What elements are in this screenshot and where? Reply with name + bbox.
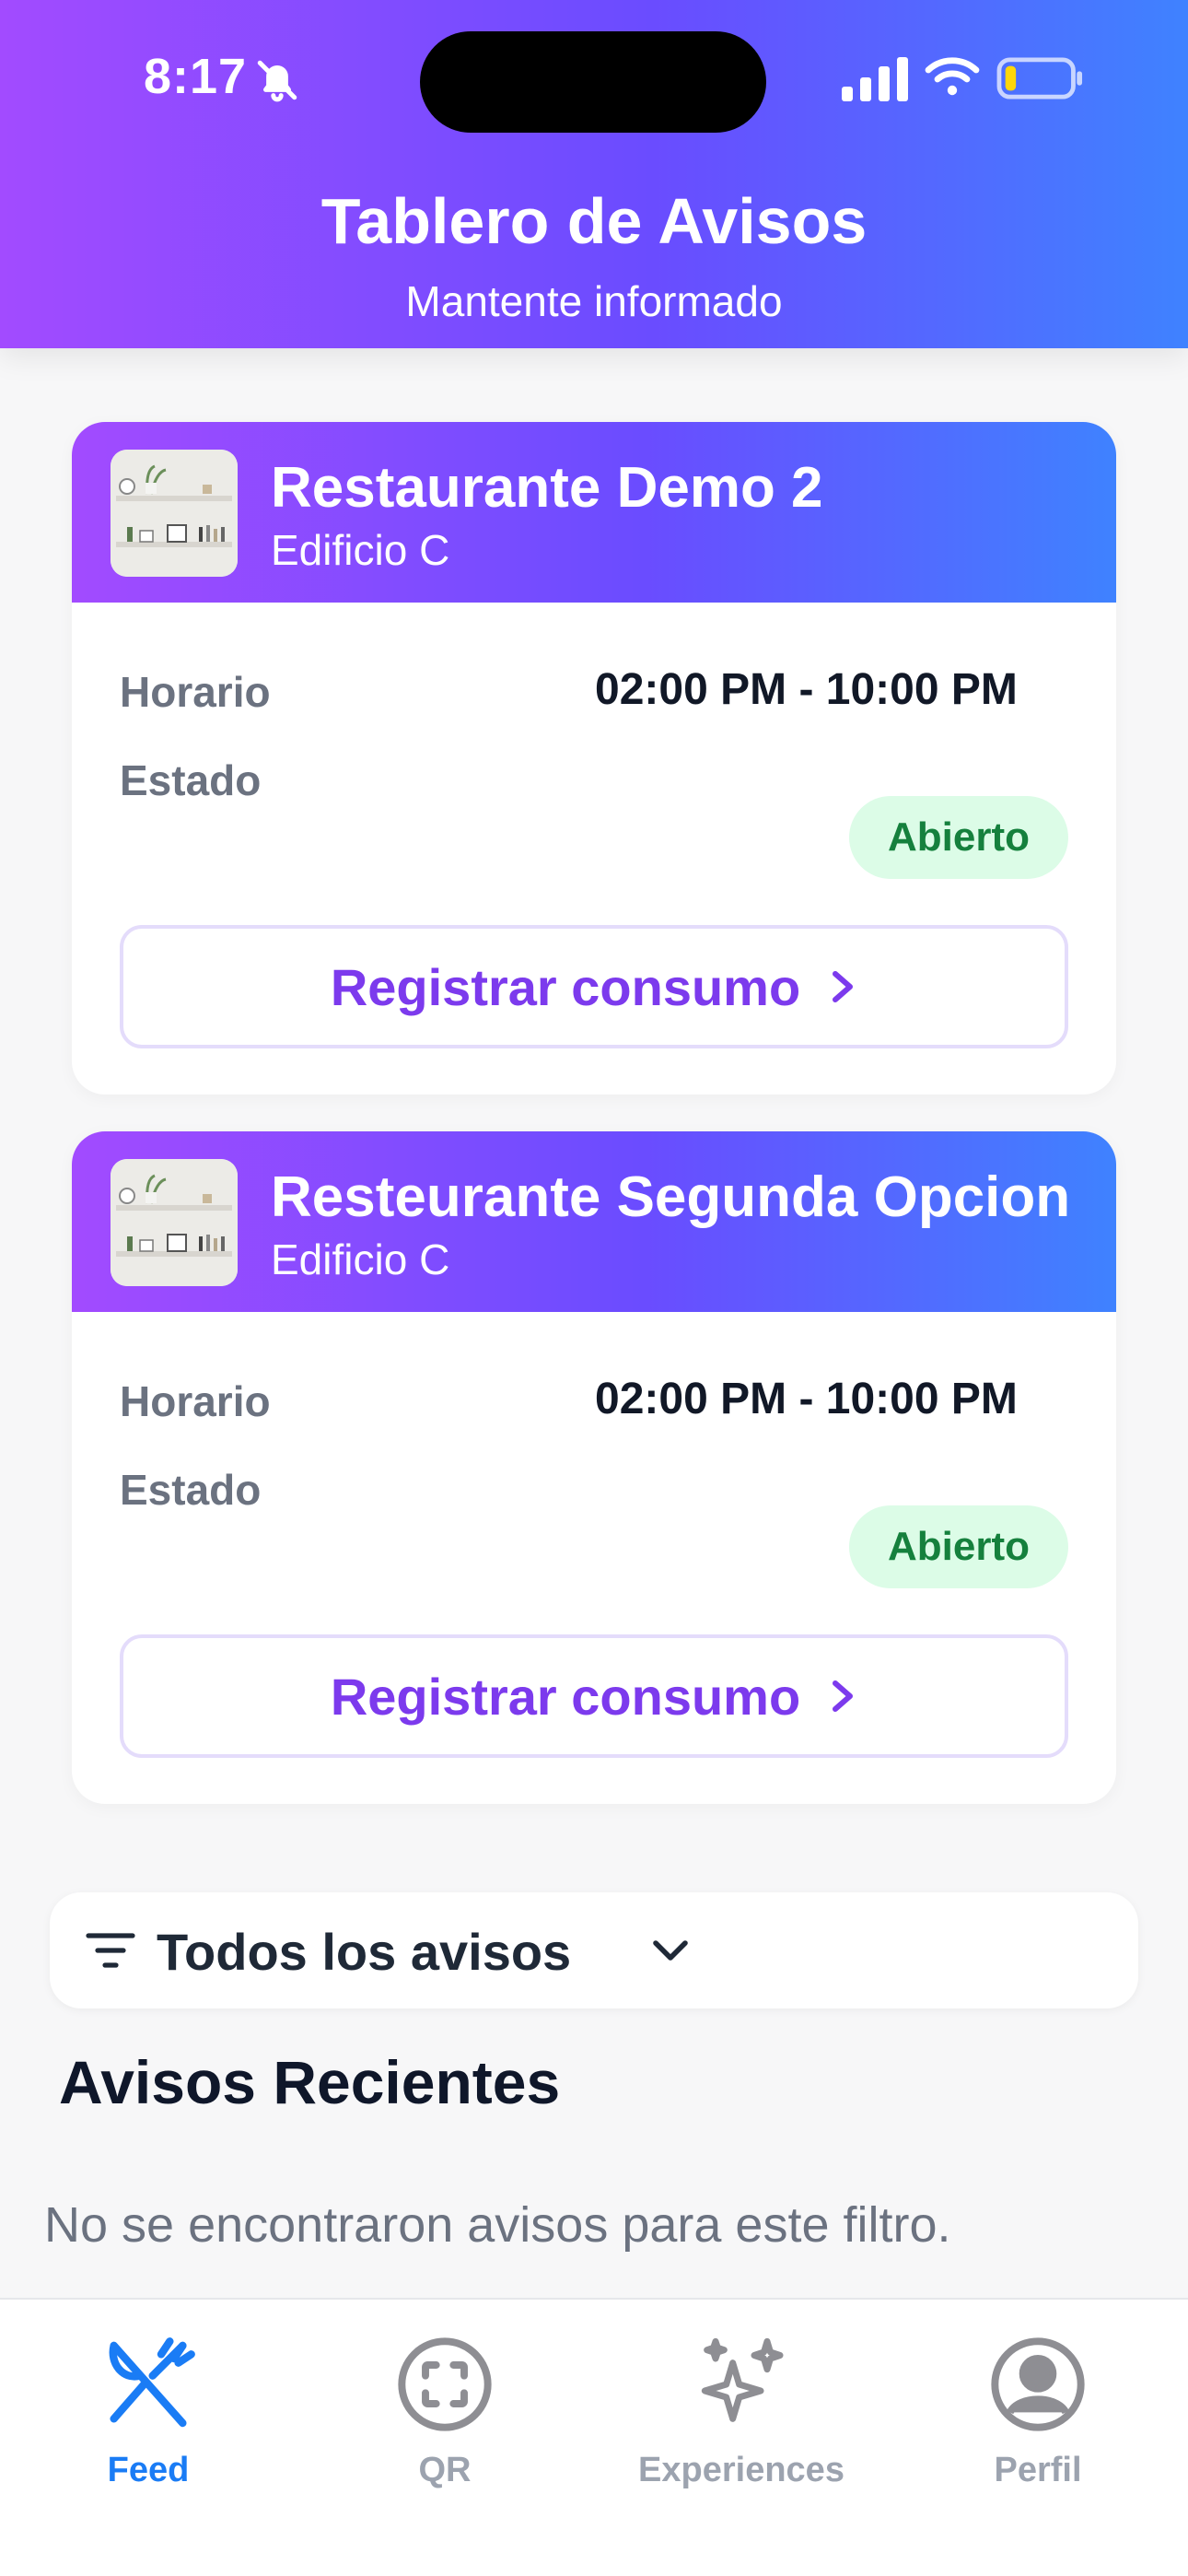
chevron-right-icon [833,1680,854,1712]
register-button-label: Registrar consumo [330,957,801,1016]
wifi-icon [925,57,980,96]
section-title: Avisos Recientes [59,2048,561,2116]
filter-icon [86,1933,135,1968]
hours-label: Horario [120,668,271,716]
app-header: 8:17 Tablero de Avisos Mantente informad… [0,0,1188,348]
qr-scan-icon [398,2337,492,2431]
filter-label: Todos los avisos [157,1923,572,1981]
utensils-icon [109,2337,195,2428]
status-label: Estado [120,1466,262,1514]
restaurant-card: Restaurante Demo 2 Edificio C Horario Es… [72,422,1116,1095]
sparkles-icon [701,2337,784,2422]
tab-profile-label: Perfil [994,2451,1082,2489]
notice-filter-dropdown[interactable]: Todos los avisos [50,1892,1138,2008]
home-indicator [468,2543,720,2552]
bell-off-icon [257,60,297,102]
empty-state-message: No se encontraron avisos para este filtr… [44,2197,951,2253]
tab-profile[interactable]: Perfil [890,2300,1186,2512]
register-consumption-button[interactable]: Registrar consumo [120,1634,1068,1758]
profile-icon [991,2337,1085,2431]
restaurant-card-header: Restaurante Demo 2 Edificio C [72,422,1116,603]
status-badge: Abierto [849,796,1068,879]
hours-label: Horario [120,1377,271,1425]
restaurant-location: Edificio C [271,1235,450,1283]
hours-value: 02:00 PM - 10:00 PM [595,1375,1018,1423]
page-title: Tablero de Avisos [320,185,868,257]
chevron-right-icon [833,971,854,1002]
hours-value: 02:00 PM - 10:00 PM [595,665,1018,714]
tab-experiences[interactable]: Experiences [593,2300,890,2512]
tab-feed-label: Feed [107,2451,190,2489]
tab-feed[interactable]: Feed [0,2300,297,2512]
dynamic-island [420,31,766,133]
register-consumption-button[interactable]: Registrar consumo [120,925,1068,1048]
battery-icon [996,57,1083,100]
restaurant-thumbnail [111,450,238,577]
restaurant-card-header: Resteurante Segunda Opcion Edificio C [72,1131,1116,1312]
chevron-down-icon [653,1940,688,1961]
status-badge: Abierto [849,1505,1068,1588]
status-label: Estado [120,756,262,804]
bottom-tab-bar: Feed QR Experiences Perfil [0,2298,1188,2576]
register-button-label: Registrar consumo [330,1667,801,1726]
cellular-signal-icon [842,57,908,101]
restaurant-card: Resteurante Segunda Opcion Edificio C Ho… [72,1131,1116,1804]
page-subtitle: Mantente informado [405,277,783,325]
restaurant-name: Resteurante Segunda Opcion [271,1165,1071,1229]
restaurant-name: Restaurante Demo 2 [271,456,823,520]
tab-experiences-label: Experiences [638,2451,844,2489]
tab-qr[interactable]: QR [297,2300,593,2512]
tab-qr-label: QR [418,2451,472,2489]
restaurant-thumbnail [111,1159,238,1286]
restaurant-location: Edificio C [271,526,450,574]
status-time: 8:17 [144,49,248,104]
